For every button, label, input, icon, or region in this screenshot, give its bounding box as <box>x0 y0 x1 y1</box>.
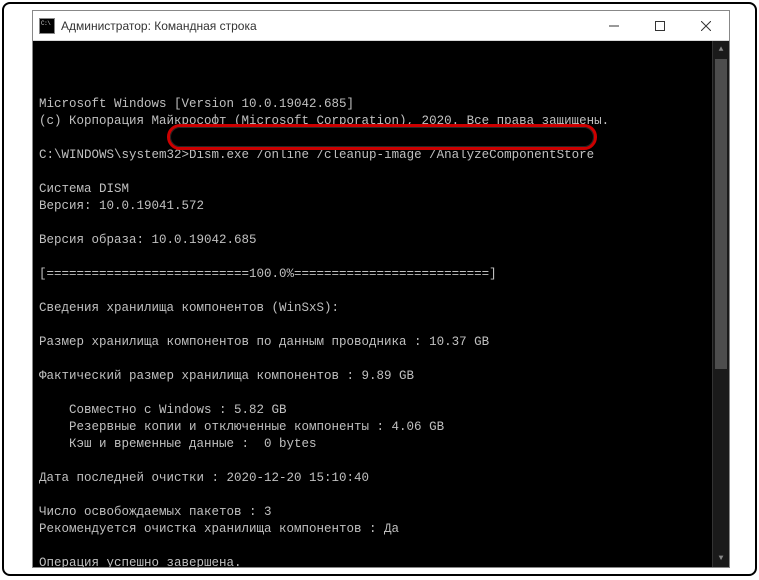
maximize-button[interactable] <box>637 11 683 40</box>
output-line: Резервные копии и отключенные компоненты… <box>39 420 444 434</box>
terminal-area[interactable]: Microsoft Windows [Version 10.0.19042.68… <box>33 41 729 567</box>
output-line: Дата последней очистки : 2020-12-20 15:1… <box>39 471 369 485</box>
window-title: Администратор: Командная строка <box>61 19 591 33</box>
output-line: Число освобождаемых пакетов : 3 <box>39 505 272 519</box>
output-line: Кэш и временные данные : 0 bytes <box>39 437 317 451</box>
window-controls <box>591 11 729 40</box>
output-line: Совместно с Windows : 5.82 GB <box>39 403 287 417</box>
scroll-down-icon[interactable]: ▼ <box>713 550 729 567</box>
output-line: Cистема DISM <box>39 182 129 196</box>
command-text: Dism.exe /online /cleanup-image /Analyze… <box>189 148 594 162</box>
scroll-thumb[interactable] <box>715 59 727 369</box>
progress-line: [===========================100.0%======… <box>39 267 497 281</box>
terminal-content: Microsoft Windows [Version 10.0.19042.68… <box>39 79 725 567</box>
output-line: Фактический размер хранилища компонентов… <box>39 369 414 383</box>
output-line: Операция успешно завершена. <box>39 556 242 567</box>
titlebar[interactable]: Администратор: Командная строка <box>33 11 729 41</box>
output-line: (c) Корпорация Майкрософт (Microsoft Cor… <box>39 114 609 128</box>
close-button[interactable] <box>683 11 729 40</box>
minimize-button[interactable] <box>591 11 637 40</box>
scroll-up-icon[interactable]: ▲ <box>713 41 729 58</box>
screenshot-frame: Администратор: Командная строка Microsof… <box>2 2 757 576</box>
cmd-icon <box>39 18 55 34</box>
prompt: C:\WINDOWS\system32> <box>39 148 189 162</box>
output-line: Сведения хранилища компонентов (WinSxS): <box>39 301 339 315</box>
output-line: Рекомендуется очистка хранилища компонен… <box>39 522 399 536</box>
scrollbar[interactable]: ▲ ▼ <box>712 41 729 567</box>
output-line: Версия образа: 10.0.19042.685 <box>39 233 257 247</box>
prompt-line: C:\WINDOWS\system32>Dism.exe /online /cl… <box>39 148 594 162</box>
output-line: Microsoft Windows [Version 10.0.19042.68… <box>39 97 354 111</box>
output-line: Версия: 10.0.19041.572 <box>39 199 204 213</box>
cmd-window: Администратор: Командная строка Microsof… <box>32 10 730 568</box>
output-line: Размер хранилища компонентов по данным п… <box>39 335 489 349</box>
